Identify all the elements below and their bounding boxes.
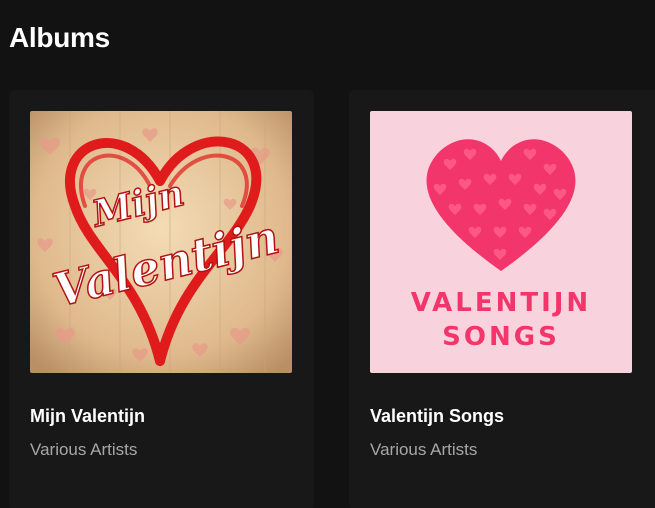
albums-page: Albums Mijn Valentijn Mijn Valentijn Var… [0, 0, 655, 508]
album-card-valentijn-songs[interactable]: VALENTIJN SONGS Valentijn Songs Various … [349, 90, 655, 508]
album-cover-valentijn-songs: VALENTIJN SONGS [370, 111, 632, 373]
album-cover-mijn-valentijn: Mijn Valentijn [30, 111, 292, 373]
album-title[interactable]: Valentijn Songs [370, 406, 504, 427]
cover-text-line1: VALENTIJN [411, 288, 591, 318]
album-artist[interactable]: Various Artists [370, 440, 477, 460]
section-title: Albums [9, 22, 110, 53]
album-artist[interactable]: Various Artists [30, 440, 137, 460]
album-card-mijn-valentijn[interactable]: Mijn Valentijn Mijn Valentijn Various Ar… [9, 90, 314, 508]
album-title[interactable]: Mijn Valentijn [30, 406, 145, 427]
album-cover-art: VALENTIJN SONGS [370, 111, 632, 373]
cover-text-line2: SONGS [442, 322, 560, 352]
album-cover-art: Mijn Valentijn [30, 111, 292, 373]
